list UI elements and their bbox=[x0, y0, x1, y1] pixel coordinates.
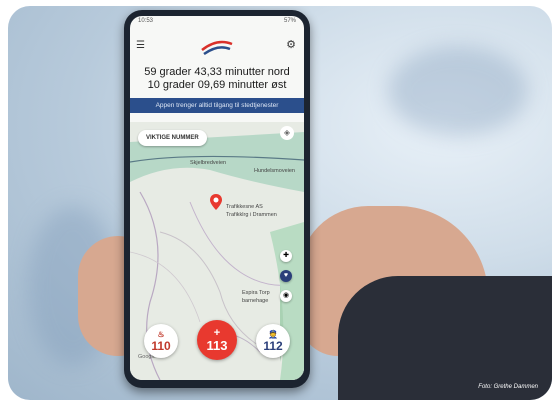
photo-credit: Foto: Grethe Dammen bbox=[478, 384, 538, 390]
police-button[interactable]: 👮 112 bbox=[256, 324, 290, 358]
app-screen: 10:53 57% ☰ ⚙ 59 grader 43,33 minutter no… bbox=[130, 16, 304, 380]
poi-label: Trafikklrg i Drammen bbox=[226, 212, 277, 218]
menu-icon[interactable]: ☰ bbox=[136, 40, 145, 51]
location-pin-icon[interactable] bbox=[210, 194, 222, 210]
fire-number: 110 bbox=[151, 338, 171, 353]
plus-icon: + bbox=[213, 326, 221, 339]
fire-button[interactable]: ♨ 110 bbox=[144, 324, 178, 358]
road-label: Skjelbredveien bbox=[190, 160, 227, 166]
ambulance-number: 113 bbox=[206, 337, 228, 353]
sleeve bbox=[338, 276, 552, 400]
ambulance-button[interactable]: + 113 bbox=[197, 320, 237, 360]
heart-icon[interactable]: ♥ bbox=[280, 270, 292, 282]
coordinates: 59 grader 43,33 minutter nord 10 grader … bbox=[130, 66, 304, 92]
poi-label: Espira Torp bbox=[242, 290, 270, 296]
app-header: ☰ ⚙ bbox=[130, 34, 304, 64]
permission-banner[interactable]: Appen trenger alltid tilgang til stedtje… bbox=[130, 98, 304, 113]
photo: 10:53 57% ☰ ⚙ 59 grader 43,33 minutter no… bbox=[8, 6, 552, 400]
status-bar: 10:53 57% bbox=[138, 18, 296, 24]
coords-line1: 59 grader 43,33 minutter nord bbox=[144, 66, 290, 78]
road-label: Hundelsmoveien bbox=[254, 168, 295, 174]
fire-station-icon[interactable]: ◉ bbox=[280, 290, 292, 302]
police-number: 112 bbox=[263, 338, 283, 353]
poi-label: Trafikkesne AS bbox=[226, 204, 263, 210]
snow-shadow bbox=[388, 46, 528, 136]
logo-icon bbox=[201, 40, 233, 56]
gear-icon[interactable]: ⚙ bbox=[286, 38, 296, 51]
police-icon: 👮 bbox=[268, 329, 278, 339]
fire-icon: ♨ bbox=[157, 329, 165, 339]
important-numbers-button[interactable]: VIKTIGE NUMMER bbox=[138, 130, 207, 146]
layers-icon[interactable]: ◈ bbox=[280, 126, 294, 140]
map[interactable]: VIKTIGE NUMMER ◈ Skjelbredveien Hundelsm… bbox=[130, 122, 304, 380]
poi-label: barnehage bbox=[242, 298, 269, 304]
hospital-icon[interactable]: ✚ bbox=[280, 250, 292, 262]
coords-line2: 10 grader 09,69 minutter øst bbox=[147, 79, 287, 91]
